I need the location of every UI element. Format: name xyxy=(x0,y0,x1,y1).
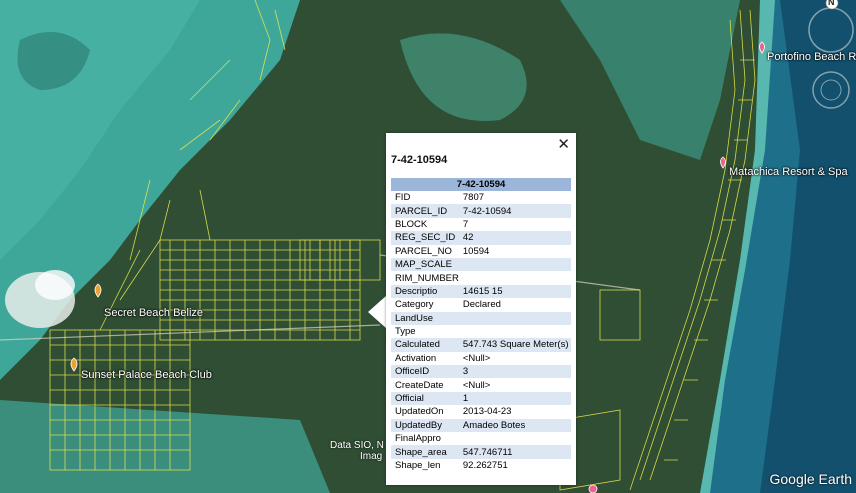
attribute-value xyxy=(459,271,571,284)
table-row: LandUse xyxy=(391,311,571,325)
attribute-value: 2013-04-23 xyxy=(462,406,512,418)
attribute-key: Calculated xyxy=(391,338,459,352)
table-row: Calculated 547.743 Square Meter(s) xyxy=(391,338,571,352)
attribute-key: FID xyxy=(395,192,411,204)
attribute-key: Activation xyxy=(395,352,437,364)
table-row: Category Declared xyxy=(391,298,571,311)
table-row: PARCEL_ID 7-42-10594 xyxy=(391,204,571,218)
table-row: MAP_SCALE xyxy=(391,257,571,272)
popup-tail xyxy=(368,296,386,328)
table-row: FinalAppro xyxy=(391,432,571,445)
attribute-key: Shape_area xyxy=(391,445,459,459)
attribute-key: Type xyxy=(395,326,416,338)
attribute-key: REG_SEC_ID xyxy=(391,231,459,245)
attribute-key: PARCEL_NO xyxy=(395,245,452,257)
table-row: Shape_len 92.262751 xyxy=(391,459,571,472)
attribute-value: Amadeo Botes xyxy=(458,418,571,433)
close-icon[interactable]: ✕ xyxy=(557,135,570,153)
attribute-key: PARCEL_ID xyxy=(391,204,459,218)
table-row: Official 1 xyxy=(391,391,571,406)
map-attribution: Data SIO, N Imag xyxy=(330,440,384,462)
table-row: Shape_area 547.746711 xyxy=(391,445,571,459)
attribute-value: <Null> xyxy=(462,352,491,364)
table-row: UpdatedBy Amadeo Botes xyxy=(391,418,571,433)
attribute-value xyxy=(458,257,571,272)
attribute-value: 10594 xyxy=(462,245,490,257)
attribute-value: 42 xyxy=(458,231,571,245)
place-label: Sunset Palace Beach Club xyxy=(81,369,212,381)
table-row: Type xyxy=(391,325,571,338)
table-row: OfficeID 3 xyxy=(391,365,571,379)
table-row: BLOCK 7 xyxy=(391,218,571,231)
attribute-value: Declared xyxy=(462,299,501,311)
table-row: FID 7807 xyxy=(391,191,571,204)
attribute-key: Descriptio xyxy=(391,284,459,299)
table-header: 7-42-10594 xyxy=(391,178,571,191)
attribute-value: 7 xyxy=(462,218,469,230)
attribute-value: 3 xyxy=(458,365,571,379)
attribute-key: RIM_NUMBER xyxy=(395,272,459,284)
table-row: UpdatedOn 2013-04-23 xyxy=(391,405,571,418)
attribute-key: Shape_len xyxy=(395,460,441,471)
table-row: REG_SEC_ID 42 xyxy=(391,231,571,245)
attribute-key: CreateDate xyxy=(395,379,444,391)
table-row: Descriptio 14615 15 xyxy=(391,284,571,299)
attribute-key: OfficeID xyxy=(391,365,459,379)
attribute-value: 14615 15 xyxy=(458,284,571,299)
attribute-value xyxy=(459,432,571,445)
google-earth-logo: Google Earth xyxy=(769,471,853,487)
attribute-value: 547.746711 xyxy=(458,445,571,459)
attribute-value xyxy=(459,325,571,338)
attribute-key: BLOCK xyxy=(395,218,428,230)
attribute-key: Official xyxy=(391,391,459,406)
attribute-value xyxy=(458,311,571,325)
place-label: Matachica Resort & Spa xyxy=(729,166,848,178)
attribute-key: UpdatedOn xyxy=(395,406,444,418)
attribute-value: 1 xyxy=(458,391,571,406)
attribute-value: 92.262751 xyxy=(462,460,508,471)
attribute-key: FinalAppro xyxy=(395,433,441,445)
table-row: PARCEL_NO 10594 xyxy=(391,245,571,258)
parcel-info-popup: ✕ 7-42-10594 7-42-10594 FID 7807 PARCEL_ID… xyxy=(386,133,576,485)
popup-title: 7-42-10594 xyxy=(391,154,448,166)
table-row: CreateDate <Null> xyxy=(391,378,571,391)
table-row: RIM_NUMBER xyxy=(391,271,571,284)
attribute-key: MAP_SCALE xyxy=(391,257,459,272)
attribute-value: 7807 xyxy=(462,192,485,204)
attribute-value: 547.743 Square Meter(s) xyxy=(458,338,571,352)
attribute-value: <Null> xyxy=(462,379,491,391)
attribute-key: Category xyxy=(395,299,434,311)
place-label: Portofino Beach Resort xyxy=(767,51,856,63)
attribute-value: 7-42-10594 xyxy=(458,204,571,218)
attribute-key: LandUse xyxy=(391,311,459,325)
place-label: Secret Beach Belize xyxy=(104,307,204,319)
compass-icon[interactable]: N xyxy=(810,0,856,19)
attribute-table: 7-42-10594 FID 7807 PARCEL_ID 7-42-10594 BLO… xyxy=(391,178,571,472)
table-row: Activation <Null> xyxy=(391,352,571,365)
attribute-key: UpdatedBy xyxy=(391,418,459,433)
